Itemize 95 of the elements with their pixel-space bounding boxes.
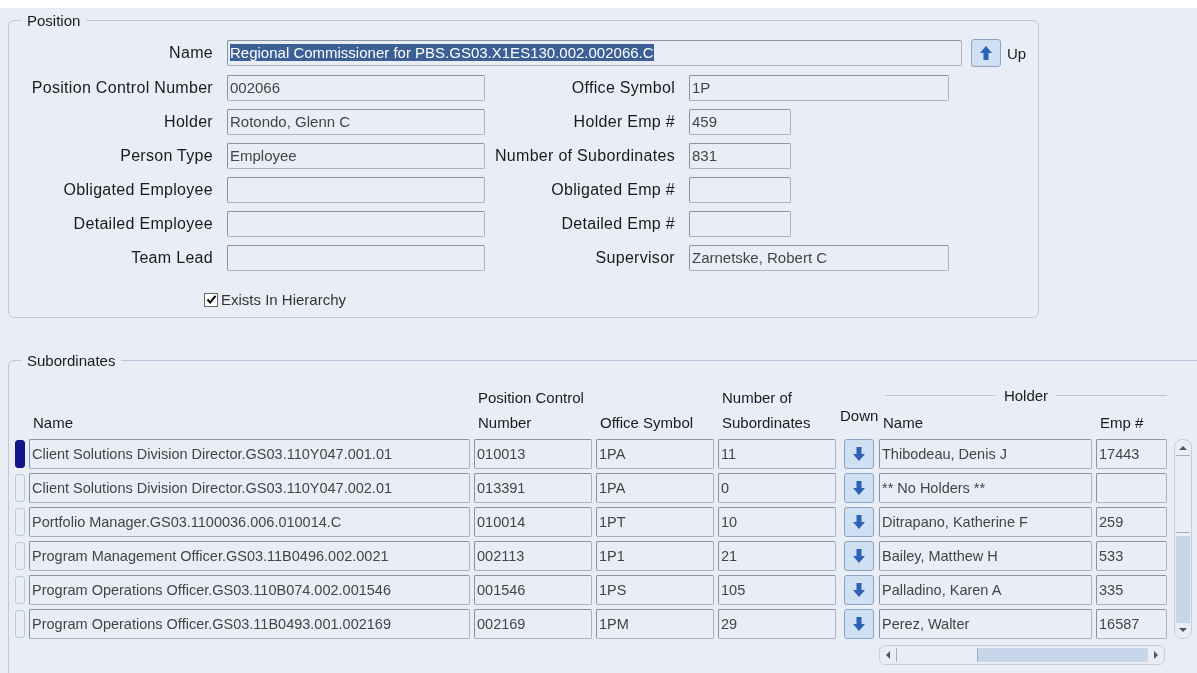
- text-field[interactable]: [689, 177, 791, 203]
- down-button[interactable]: [844, 609, 874, 639]
- down-arrow-icon: [852, 480, 866, 496]
- table-cell[interactable]: 10: [718, 507, 836, 537]
- table-cell[interactable]: Thibodeau, Denis J: [879, 439, 1092, 469]
- name-field[interactable]: Regional Commissioner for PBS.GS03.X1ES130.002.002066.C: [227, 40, 962, 66]
- scroll-right-icon[interactable]: [1152, 649, 1160, 661]
- table-cell[interactable]: 335: [1096, 575, 1167, 605]
- column-header: Emp #: [1099, 413, 1145, 433]
- table-cell[interactable]: 259: [1096, 507, 1167, 537]
- checkbox-label: Exists In Hierarchy: [221, 291, 347, 308]
- column-header: Position Control Number: [477, 388, 585, 433]
- table-cell[interactable]: 010013: [474, 439, 592, 469]
- table-cell[interactable]: Program Operations Officer.GS03.11B0493.001.002169: [29, 609, 470, 639]
- horizontal-scrollbar[interactable]: [879, 645, 1165, 665]
- text-field[interactable]: Employee: [227, 143, 485, 169]
- column-header: Name: [882, 413, 924, 433]
- table-cell[interactable]: 1PM: [596, 609, 714, 639]
- field-label: Obligated Emp #: [550, 181, 676, 199]
- field-label: Name: [168, 44, 214, 62]
- table-cell[interactable]: 21: [718, 541, 836, 571]
- field-label: Detailed Emp #: [560, 215, 676, 233]
- table-cell[interactable]: 105: [718, 575, 836, 605]
- down-arrow-icon: [852, 548, 866, 564]
- table-cell[interactable]: Palladino, Karen A: [879, 575, 1092, 605]
- table-cell[interactable]: 1PA: [596, 473, 714, 503]
- down-button[interactable]: [844, 507, 874, 537]
- up-arrow-icon: [979, 45, 993, 61]
- table-cell[interactable]: 001546: [474, 575, 592, 605]
- text-field[interactable]: Zarnetske, Robert C: [689, 245, 949, 271]
- table-cell[interactable]: [1096, 473, 1167, 503]
- field-label: Holder Emp #: [572, 113, 676, 131]
- table-cell[interactable]: 16587: [1096, 609, 1167, 639]
- down-button[interactable]: [844, 473, 874, 503]
- table-cell[interactable]: ** No Holders **: [879, 473, 1092, 503]
- field-label: Number of Subordinates: [493, 147, 676, 165]
- scroll-up-icon[interactable]: [1177, 444, 1189, 452]
- text-field[interactable]: 459: [689, 109, 791, 135]
- field-label: Team Lead: [130, 249, 214, 267]
- row-indicator[interactable]: [15, 440, 25, 468]
- table-cell[interactable]: Ditrapano, Katherine F: [879, 507, 1092, 537]
- text-field[interactable]: [227, 211, 485, 237]
- down-arrow-icon: [852, 582, 866, 598]
- table-cell[interactable]: 1PT: [596, 507, 714, 537]
- table-cell[interactable]: 11: [718, 439, 836, 469]
- down-button[interactable]: [844, 575, 874, 605]
- section-title: Subordinates: [26, 352, 117, 369]
- column-header: Number of Subordinates: [721, 388, 812, 433]
- section-title: Position: [26, 12, 82, 29]
- down-arrow-icon: [852, 616, 866, 632]
- down-arrow-icon: [852, 446, 866, 462]
- table-cell[interactable]: 013391: [474, 473, 592, 503]
- field-label: Office Symbol: [570, 79, 676, 97]
- table-cell[interactable]: 002113: [474, 541, 592, 571]
- down-button[interactable]: [844, 541, 874, 571]
- table-cell[interactable]: 010014: [474, 507, 592, 537]
- table-cell[interactable]: 1PA: [596, 439, 714, 469]
- field-label: Detailed Employee: [72, 215, 214, 233]
- scroll-left-icon[interactable]: [884, 649, 892, 661]
- scroll-down-icon[interactable]: [1177, 626, 1189, 634]
- table-cell[interactable]: Bailey, Matthew H: [879, 541, 1092, 571]
- table-cell[interactable]: 0: [718, 473, 836, 503]
- text-field[interactable]: [227, 245, 485, 271]
- down-arrow-icon: [852, 514, 866, 530]
- column-group-header: Holder: [1003, 387, 1049, 404]
- table-cell[interactable]: Perez, Walter: [879, 609, 1092, 639]
- text-field[interactable]: [227, 177, 485, 203]
- field-label: Holder: [163, 113, 214, 131]
- up-label: Up: [1007, 44, 1027, 62]
- up-button[interactable]: [971, 39, 1001, 67]
- table-cell[interactable]: Portfolio Manager.GS03.1100036.006.010014.C: [29, 507, 470, 537]
- field-label: Supervisor: [594, 249, 676, 267]
- text-field[interactable]: 831: [689, 143, 791, 169]
- down-button[interactable]: [844, 439, 874, 469]
- text-field[interactable]: [689, 211, 791, 237]
- table-cell[interactable]: Program Operations Officer.GS03.110B074.002.001546: [29, 575, 470, 605]
- text-field[interactable]: Rotondo, Glenn C: [227, 109, 485, 135]
- field-label: Obligated Employee: [62, 181, 214, 199]
- field-label: Person Type: [119, 147, 214, 165]
- table-cell[interactable]: 17443: [1096, 439, 1167, 469]
- table-cell[interactable]: 29: [718, 609, 836, 639]
- table-cell[interactable]: Program Management Officer.GS03.11B0496.002.0021: [29, 541, 470, 571]
- checkbox[interactable]: [204, 292, 218, 307]
- table-cell[interactable]: 1PS: [596, 575, 714, 605]
- field-label: Position Control Number: [30, 79, 214, 97]
- text-field[interactable]: 002066: [227, 75, 485, 101]
- text-field[interactable]: 1P: [689, 75, 949, 101]
- vertical-scrollbar[interactable]: [1174, 439, 1192, 639]
- table-cell[interactable]: Client Solutions Division Director.GS03.110Y047.002.01: [29, 473, 470, 503]
- table-cell[interactable]: 533: [1096, 541, 1167, 571]
- table-cell[interactable]: 1P1: [596, 541, 714, 571]
- table-cell[interactable]: Client Solutions Division Director.GS03.110Y047.001.01: [29, 439, 470, 469]
- table-cell[interactable]: 002169: [474, 609, 592, 639]
- column-header: Name: [32, 413, 74, 433]
- column-header: Office Symbol: [599, 413, 695, 433]
